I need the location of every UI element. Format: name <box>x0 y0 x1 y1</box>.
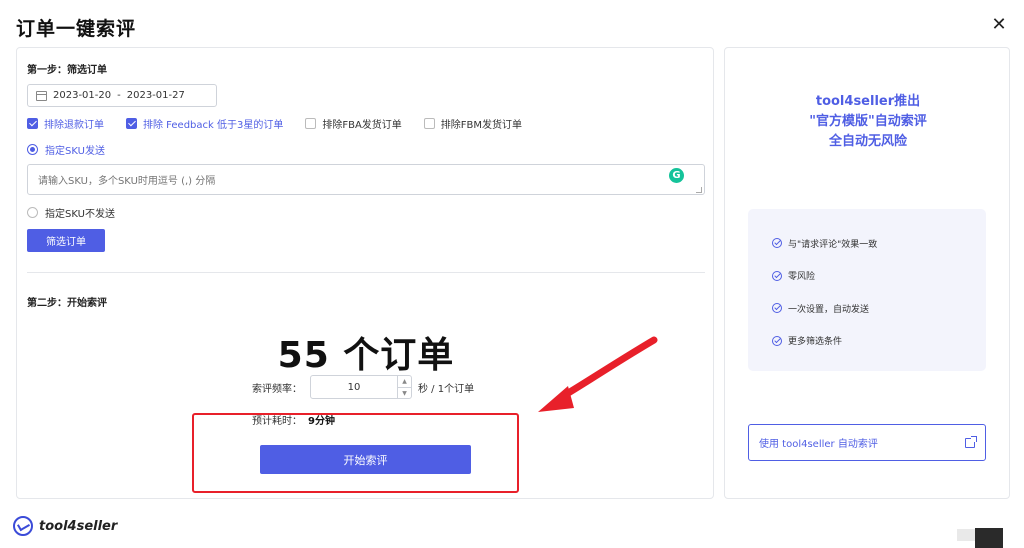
feature-text: 零风险 <box>788 272 816 283</box>
filter-orders-button[interactable]: 筛选订单 <box>27 229 105 252</box>
frequency-stepper[interactable]: 10 ▲ ▼ <box>310 375 412 399</box>
radio-sku-nosend[interactable]: 指定SKU不发送 <box>27 205 115 220</box>
use-button-label: 使用 tool4seller 自动索评 <box>759 439 878 450</box>
radio-selected-icon <box>27 144 38 155</box>
frequency-label: 索评频率： <box>252 383 302 395</box>
exclude-fbm-checkbox[interactable]: 排除FBM发货订单 <box>423 116 523 131</box>
annotation-highlight-box <box>192 413 519 493</box>
feature-text: 更多筛选条件 <box>788 337 843 348</box>
radio-label: 指定SKU不发送 <box>45 209 115 220</box>
brand-name: tool4seller <box>39 518 118 534</box>
resize-handle-icon[interactable] <box>696 187 702 193</box>
external-link-icon <box>965 435 977 448</box>
exclude-low-feedback-checkbox[interactable]: 排除 Feedback 低于3星的订单 <box>126 116 283 131</box>
date-range-picker[interactable]: 2023-01-20 - 2023-01-27 <box>27 84 217 107</box>
check-circle-icon <box>772 335 782 346</box>
logo-icon <box>13 516 33 536</box>
feature-list: 与"请求评论"效果一致 零风险 一次设置，自动发送 更多筛选条件 <box>748 209 986 371</box>
calendar-icon <box>36 90 47 101</box>
radio-label: 指定SKU发送 <box>45 146 105 157</box>
grammarly-icon[interactable]: G <box>669 168 684 183</box>
feature-item: 一次设置，自动发送 <box>772 292 986 325</box>
feature-item: 与"请求评论"效果一致 <box>772 227 986 260</box>
corner-decoration <box>975 528 1003 548</box>
checkbox-unchecked-icon <box>423 118 435 129</box>
step1-label: 第一步：筛选订单 <box>27 65 107 76</box>
promo-headline: tool4seller推出 "官方模版"自动索评 全自动无风险 <box>725 92 1011 152</box>
close-icon[interactable]: ✕ <box>988 14 1010 36</box>
checkbox-label: 排除FBA发货订单 <box>322 120 402 131</box>
use-auto-review-button[interactable]: 使用 tool4seller 自动索评 <box>748 424 986 461</box>
promo-panel: tool4seller推出 "官方模版"自动索评 全自动无风险 与"请求评论"效… <box>724 47 1010 499</box>
promo-line: tool4seller推出 <box>815 94 921 109</box>
frequency-row: 索评频率： 10 ▲ ▼ 秒 / 1个订单 <box>252 375 474 399</box>
chevron-up-icon[interactable]: ▲ <box>398 376 411 388</box>
brand-logo: tool4seller <box>13 516 117 536</box>
date-separator: - <box>117 90 121 101</box>
chevron-down-icon[interactable]: ▼ <box>398 388 411 399</box>
step2-label: 第二步：开始索评 <box>27 298 107 309</box>
date-end: 2023-01-27 <box>126 90 185 101</box>
radio-sku-send[interactable]: 指定SKU发送 <box>27 142 105 157</box>
annotation-arrow-icon <box>538 336 658 412</box>
section-divider <box>27 272 705 273</box>
exclude-options: 排除退款订单 排除 Feedback 低于3星的订单 排除FBA发货订单 排除F… <box>27 116 544 131</box>
checkbox-label: 排除 Feedback 低于3星的订单 <box>143 120 284 131</box>
date-start: 2023-01-20 <box>53 90 112 101</box>
check-circle-icon <box>772 238 782 249</box>
check-circle-icon <box>772 303 782 314</box>
promo-line: "官方模版"自动索评 <box>809 114 927 129</box>
checkbox-checked-icon <box>126 118 137 129</box>
stepper-buttons: ▲ ▼ <box>397 376 411 398</box>
checkbox-label: 排除退款订单 <box>44 120 104 131</box>
promo-line: 全自动无风险 <box>828 134 907 149</box>
feature-text: 与"请求评论"效果一致 <box>788 239 878 250</box>
checkbox-checked-icon <box>27 118 38 129</box>
feature-item: 更多筛选条件 <box>772 325 986 358</box>
exclude-fba-checkbox[interactable]: 排除FBA发货订单 <box>305 116 402 131</box>
checkbox-label: 排除FBM发货订单 <box>440 120 523 131</box>
radio-unselected-icon <box>27 207 38 218</box>
corner-decoration <box>957 529 975 541</box>
feature-text: 一次设置，自动发送 <box>788 304 870 315</box>
frequency-value: 10 <box>347 381 361 393</box>
exclude-refund-checkbox[interactable]: 排除退款订单 <box>27 116 104 131</box>
dialog-title: 订单一键索评 <box>16 18 137 40</box>
checkbox-unchecked-icon <box>305 118 317 129</box>
sku-input[interactable] <box>27 164 705 195</box>
check-circle-icon <box>772 270 782 281</box>
feature-item: 零风险 <box>772 260 986 293</box>
frequency-unit: 秒 / 1个订单 <box>418 383 475 395</box>
